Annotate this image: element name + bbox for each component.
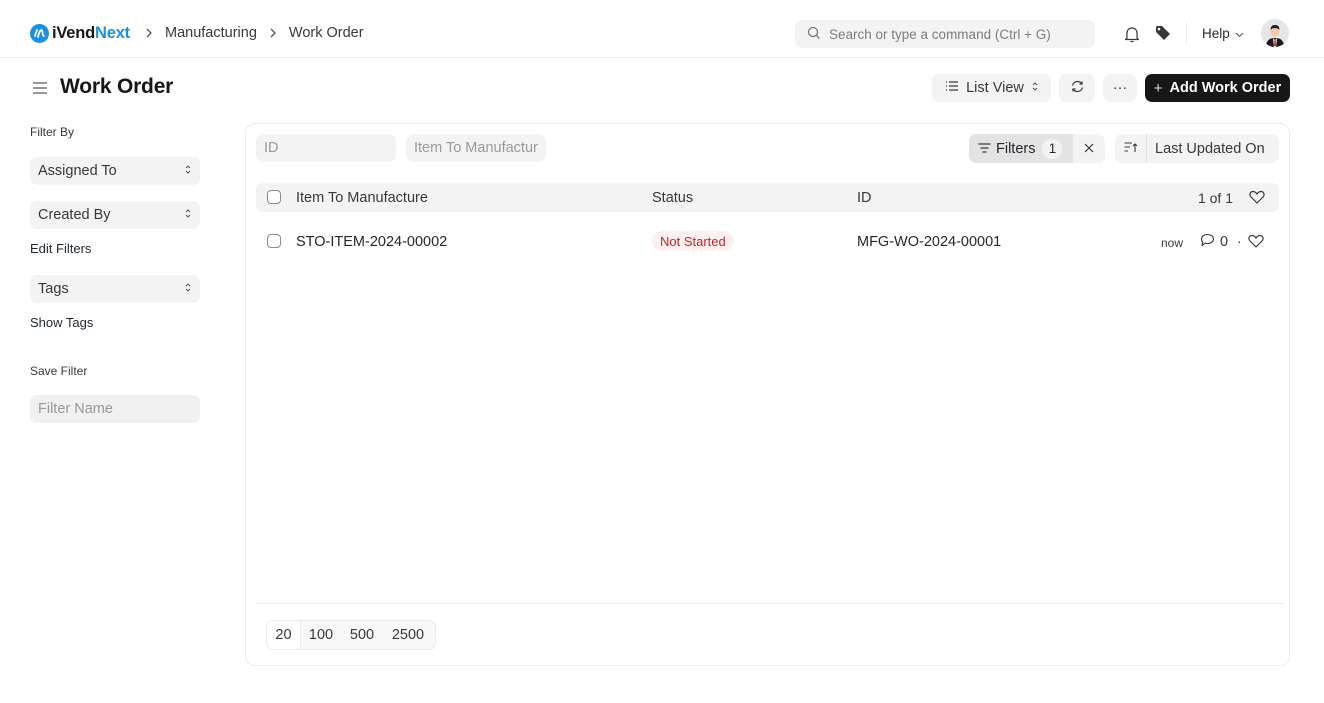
show-tags-link[interactable]: Show Tags (30, 315, 93, 330)
help-label: Help (1202, 26, 1230, 41)
add-work-order-label: Add Work Order (1169, 80, 1282, 96)
navbar: iVendNext Manufacturing Work Order Help (0, 0, 1324, 58)
select-arrows-icon (1032, 80, 1038, 96)
list-header: Item To Manufacture Status ID 1 of 1 (256, 183, 1279, 212)
brand-name: iVendNext (52, 24, 130, 42)
sort-field-button[interactable]: Last Updated On (1147, 134, 1279, 163)
add-work-order-button[interactable]: + Add Work Order (1145, 74, 1290, 102)
global-search[interactable] (795, 20, 1095, 48)
filter-icon (978, 141, 991, 157)
more-icon: ··· (1112, 80, 1128, 96)
page-size-500[interactable]: 500 (341, 621, 383, 649)
chevron-down-icon (1230, 26, 1244, 41)
record-count: 1 of 1 (1197, 190, 1233, 206)
column-id: ID (857, 190, 872, 206)
search-icon (795, 26, 821, 43)
created-by-filter[interactable]: Created By (30, 201, 200, 229)
list-view-selector[interactable]: List View (932, 74, 1051, 102)
help-menu[interactable]: Help (1202, 26, 1244, 41)
column-item-to-manufacture: Item To Manufacture (296, 190, 428, 206)
more-actions-button[interactable]: ··· (1103, 74, 1137, 102)
sidebar-toggle-icon[interactable] (32, 80, 48, 99)
breadcrumb-work-order[interactable]: Work Order (289, 25, 364, 41)
breadcrumb-manufacturing[interactable]: Manufacturing (165, 25, 257, 41)
clear-filters-button[interactable] (1073, 134, 1105, 163)
breadcrumb: Manufacturing Work Order (145, 25, 376, 41)
search-input[interactable] (829, 26, 1089, 42)
row-checkbox[interactable] (267, 234, 281, 248)
bell-icon[interactable] (1124, 25, 1140, 46)
card-divider (255, 603, 1284, 604)
sort-direction-button[interactable] (1115, 134, 1147, 163)
filter-by-label: Filter By (30, 125, 75, 139)
filter-count-badge: 1 (1042, 138, 1063, 159)
column-status: Status (652, 190, 694, 206)
select-arrows-icon (185, 281, 191, 297)
page-size-100[interactable]: 100 (301, 621, 341, 649)
tags-label: Tags (38, 281, 69, 297)
chevron-right-icon (145, 26, 155, 41)
assigned-to-filter[interactable]: Assigned To (30, 157, 200, 185)
select-all-checkbox[interactable] (267, 190, 281, 204)
status-badge[interactable]: Not Started (652, 231, 734, 251)
list-view-label: List View (966, 80, 1024, 96)
comment-icon (1200, 233, 1215, 251)
separator-dot: · (1237, 233, 1242, 249)
page-title: Work Order (60, 75, 174, 98)
created-by-label: Created By (38, 207, 111, 223)
id-filter-input[interactable] (256, 134, 396, 162)
filters-button[interactable]: Filters 1 (969, 134, 1073, 163)
refresh-icon (1070, 79, 1085, 98)
select-arrows-icon (185, 207, 191, 223)
filter-name-input[interactable] (30, 395, 200, 423)
save-filter-label: Save Filter (30, 364, 88, 378)
refresh-button[interactable] (1059, 74, 1095, 102)
filters-label: Filters (996, 140, 1036, 157)
close-icon (1084, 141, 1094, 156)
filters-control: Filters 1 (969, 134, 1105, 163)
app-logo[interactable]: iVendNext (30, 24, 130, 43)
select-arrows-icon (185, 163, 191, 179)
heart-icon[interactable] (1248, 234, 1264, 251)
assigned-to-label: Assigned To (38, 163, 117, 179)
heart-icon[interactable] (1249, 190, 1265, 207)
list-icon (945, 80, 959, 96)
list-row[interactable]: STO-ITEM-2024-00002 Not Started MFG-WO-2… (256, 228, 1279, 256)
item-filter-input[interactable] (406, 134, 546, 162)
page-size-20[interactable]: 20 (267, 621, 301, 649)
page-size-selector: 20 100 500 2500 (266, 620, 436, 650)
row-item-to-manufacture[interactable]: STO-ITEM-2024-00002 (296, 234, 447, 250)
comment-count: 0 (1220, 234, 1229, 250)
user-avatar[interactable] (1261, 19, 1289, 47)
chevron-right-icon (269, 26, 279, 41)
page-size-2500[interactable]: 2500 (383, 621, 433, 649)
sort-ascending-icon (1124, 141, 1138, 156)
sort-control: Last Updated On (1115, 134, 1279, 163)
row-modified-time: now (1161, 236, 1184, 250)
row-comments[interactable]: 0 (1200, 233, 1228, 251)
tag-icon[interactable] (1155, 25, 1171, 44)
tags-filter[interactable]: Tags (30, 275, 200, 303)
edit-filters-link[interactable]: Edit Filters (30, 241, 91, 256)
logo-icon (30, 24, 49, 43)
plus-icon: + (1153, 79, 1163, 97)
row-id: MFG-WO-2024-00001 (857, 234, 1002, 250)
navbar-divider (1186, 22, 1187, 46)
